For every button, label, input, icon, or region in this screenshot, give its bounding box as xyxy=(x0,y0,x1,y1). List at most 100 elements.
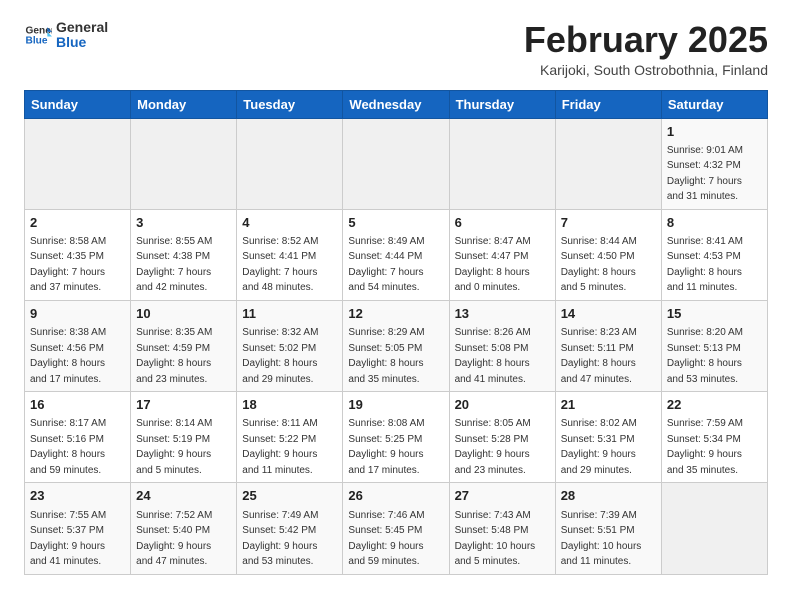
page-header: General Blue General Blue February 2025 … xyxy=(24,20,768,78)
day-cell: 4 Sunrise: 8:52 AM Sunset: 4:41 PM Daylig… xyxy=(237,209,343,300)
day-cell: 24Sunrise: 7:52 AM Sunset: 5:40 PM Dayli… xyxy=(131,483,237,574)
header-cell-friday: Friday xyxy=(555,90,661,118)
day-info: Sunrise: 8:20 AM Sunset: 5:13 PM Dayligh… xyxy=(667,327,743,385)
day-info: Sunrise: 8:17 AM Sunset: 5:16 PM Dayligh… xyxy=(30,418,106,476)
day-number: 14 xyxy=(561,305,656,323)
day-info: Sunrise: 8:35 AM Sunset: 4:59 PM Dayligh… xyxy=(136,327,212,385)
day-cell: 8 Sunrise: 8:41 AM Sunset: 4:53 PM Daylig… xyxy=(661,209,767,300)
day-number: 2 xyxy=(30,214,125,232)
day-number: 1 xyxy=(667,123,762,141)
day-cell: 23 Sunrise: 7:55 AM Sunset: 5:37 PM Dayli… xyxy=(25,483,131,574)
header-cell-monday: Monday xyxy=(131,90,237,118)
logo-general-text: General xyxy=(56,20,108,35)
day-cell: 28Sunrise: 7:39 AM Sunset: 5:51 PM Dayli… xyxy=(555,483,661,574)
day-info: Sunrise: 8:32 AM Sunset: 5:02 PM Dayligh… xyxy=(242,327,318,385)
day-info: Sunrise: 8:47 AM Sunset: 4:47 PM Dayligh… xyxy=(455,236,531,294)
week-row-4: 16 Sunrise: 8:17 AM Sunset: 5:16 PM Dayli… xyxy=(25,392,768,483)
day-cell xyxy=(661,483,767,574)
day-number: 10 xyxy=(136,305,231,323)
day-number: 19 xyxy=(348,396,443,414)
day-info: Sunrise: 8:58 AM Sunset: 4:35 PM Dayligh… xyxy=(30,236,106,294)
logo-icon: General Blue xyxy=(24,21,52,49)
day-cell: 10 Sunrise: 8:35 AM Sunset: 4:59 PM Dayli… xyxy=(131,300,237,391)
logo-blue-text: Blue xyxy=(56,35,108,50)
day-info: Sunrise: 8:14 AM Sunset: 5:19 PM Dayligh… xyxy=(136,418,212,476)
day-cell: 6 Sunrise: 8:47 AM Sunset: 4:47 PM Daylig… xyxy=(449,209,555,300)
day-cell xyxy=(131,118,237,209)
day-cell xyxy=(25,118,131,209)
day-info: Sunrise: 8:44 AM Sunset: 4:50 PM Dayligh… xyxy=(561,236,637,294)
header-cell-wednesday: Wednesday xyxy=(343,90,449,118)
day-cell: 5Sunrise: 8:49 AM Sunset: 4:44 PM Daylig… xyxy=(343,209,449,300)
day-info: Sunrise: 8:38 AM Sunset: 4:56 PM Dayligh… xyxy=(30,327,106,385)
day-number: 9 xyxy=(30,305,125,323)
day-number: 11 xyxy=(242,305,337,323)
title-area: February 2025 Karijoki, South Ostrobothn… xyxy=(524,20,768,78)
calendar-header: SundayMondayTuesdayWednesdayThursdayFrid… xyxy=(25,90,768,118)
day-info: Sunrise: 7:49 AM Sunset: 5:42 PM Dayligh… xyxy=(242,510,318,568)
day-number: 18 xyxy=(242,396,337,414)
day-info: Sunrise: 8:08 AM Sunset: 5:25 PM Dayligh… xyxy=(348,418,424,476)
day-cell: 27Sunrise: 7:43 AM Sunset: 5:48 PM Dayli… xyxy=(449,483,555,574)
day-cell: 16 Sunrise: 8:17 AM Sunset: 5:16 PM Dayli… xyxy=(25,392,131,483)
day-cell: 2 Sunrise: 8:58 AM Sunset: 4:35 PM Daylig… xyxy=(25,209,131,300)
week-row-5: 23 Sunrise: 7:55 AM Sunset: 5:37 PM Dayli… xyxy=(25,483,768,574)
day-info: Sunrise: 8:41 AM Sunset: 4:53 PM Dayligh… xyxy=(667,236,743,294)
day-number: 3 xyxy=(136,214,231,232)
header-cell-sunday: Sunday xyxy=(25,90,131,118)
day-number: 15 xyxy=(667,305,762,323)
day-cell: 7Sunrise: 8:44 AM Sunset: 4:50 PM Daylig… xyxy=(555,209,661,300)
day-info: Sunrise: 8:02 AM Sunset: 5:31 PM Dayligh… xyxy=(561,418,637,476)
day-info: Sunrise: 7:52 AM Sunset: 5:40 PM Dayligh… xyxy=(136,510,212,568)
day-cell: 14 Sunrise: 8:23 AM Sunset: 5:11 PM Dayli… xyxy=(555,300,661,391)
day-number: 17 xyxy=(136,396,231,414)
day-cell: 25Sunrise: 7:49 AM Sunset: 5:42 PM Dayli… xyxy=(237,483,343,574)
day-info: Sunrise: 8:52 AM Sunset: 4:41 PM Dayligh… xyxy=(242,236,318,294)
day-number: 23 xyxy=(30,487,125,505)
day-cell: 9 Sunrise: 8:38 AM Sunset: 4:56 PM Daylig… xyxy=(25,300,131,391)
header-cell-saturday: Saturday xyxy=(661,90,767,118)
day-cell: 13Sunrise: 8:26 AM Sunset: 5:08 PM Dayli… xyxy=(449,300,555,391)
day-cell: 19 Sunrise: 8:08 AM Sunset: 5:25 PM Dayli… xyxy=(343,392,449,483)
day-number: 22 xyxy=(667,396,762,414)
day-cell: 1 Sunrise: 9:01 AM Sunset: 4:32 PM Daylig… xyxy=(661,118,767,209)
day-number: 16 xyxy=(30,396,125,414)
svg-text:Blue: Blue xyxy=(26,36,48,47)
header-cell-tuesday: Tuesday xyxy=(237,90,343,118)
day-number: 20 xyxy=(455,396,550,414)
day-info: Sunrise: 8:29 AM Sunset: 5:05 PM Dayligh… xyxy=(348,327,424,385)
day-cell: 11 Sunrise: 8:32 AM Sunset: 5:02 PM Dayli… xyxy=(237,300,343,391)
day-number: 6 xyxy=(455,214,550,232)
week-row-3: 9 Sunrise: 8:38 AM Sunset: 4:56 PM Daylig… xyxy=(25,300,768,391)
day-number: 5 xyxy=(348,214,443,232)
day-cell xyxy=(555,118,661,209)
day-cell: 20Sunrise: 8:05 AM Sunset: 5:28 PM Dayli… xyxy=(449,392,555,483)
day-info: Sunrise: 7:46 AM Sunset: 5:45 PM Dayligh… xyxy=(348,510,424,568)
calendar-title: February 2025 xyxy=(524,20,768,60)
day-number: 8 xyxy=(667,214,762,232)
day-number: 26 xyxy=(348,487,443,505)
day-info: Sunrise: 8:23 AM Sunset: 5:11 PM Dayligh… xyxy=(561,327,637,385)
day-info: Sunrise: 9:01 AM Sunset: 4:32 PM Dayligh… xyxy=(667,145,743,203)
day-info: Sunrise: 7:39 AM Sunset: 5:51 PM Dayligh… xyxy=(561,510,642,568)
calendar-subtitle: Karijoki, South Ostrobothnia, Finland xyxy=(524,62,768,78)
day-cell: 21 Sunrise: 8:02 AM Sunset: 5:31 PM Dayli… xyxy=(555,392,661,483)
day-info: Sunrise: 7:59 AM Sunset: 5:34 PM Dayligh… xyxy=(667,418,743,476)
day-cell: 18 Sunrise: 8:11 AM Sunset: 5:22 PM Dayli… xyxy=(237,392,343,483)
day-info: Sunrise: 7:43 AM Sunset: 5:48 PM Dayligh… xyxy=(455,510,536,568)
week-row-2: 2 Sunrise: 8:58 AM Sunset: 4:35 PM Daylig… xyxy=(25,209,768,300)
day-cell: 15 Sunrise: 8:20 AM Sunset: 5:13 PM Dayli… xyxy=(661,300,767,391)
day-number: 21 xyxy=(561,396,656,414)
header-row: SundayMondayTuesdayWednesdayThursdayFrid… xyxy=(25,90,768,118)
day-info: Sunrise: 8:55 AM Sunset: 4:38 PM Dayligh… xyxy=(136,236,212,294)
day-number: 4 xyxy=(242,214,337,232)
day-info: Sunrise: 7:55 AM Sunset: 5:37 PM Dayligh… xyxy=(30,510,106,568)
header-cell-thursday: Thursday xyxy=(449,90,555,118)
day-number: 13 xyxy=(455,305,550,323)
day-number: 12 xyxy=(348,305,443,323)
week-row-1: 1 Sunrise: 9:01 AM Sunset: 4:32 PM Daylig… xyxy=(25,118,768,209)
day-cell: 22 Sunrise: 7:59 AM Sunset: 5:34 PM Dayli… xyxy=(661,392,767,483)
day-cell: 17 Sunrise: 8:14 AM Sunset: 5:19 PM Dayli… xyxy=(131,392,237,483)
calendar-body: 1 Sunrise: 9:01 AM Sunset: 4:32 PM Daylig… xyxy=(25,118,768,574)
day-info: Sunrise: 8:11 AM Sunset: 5:22 PM Dayligh… xyxy=(242,418,317,476)
